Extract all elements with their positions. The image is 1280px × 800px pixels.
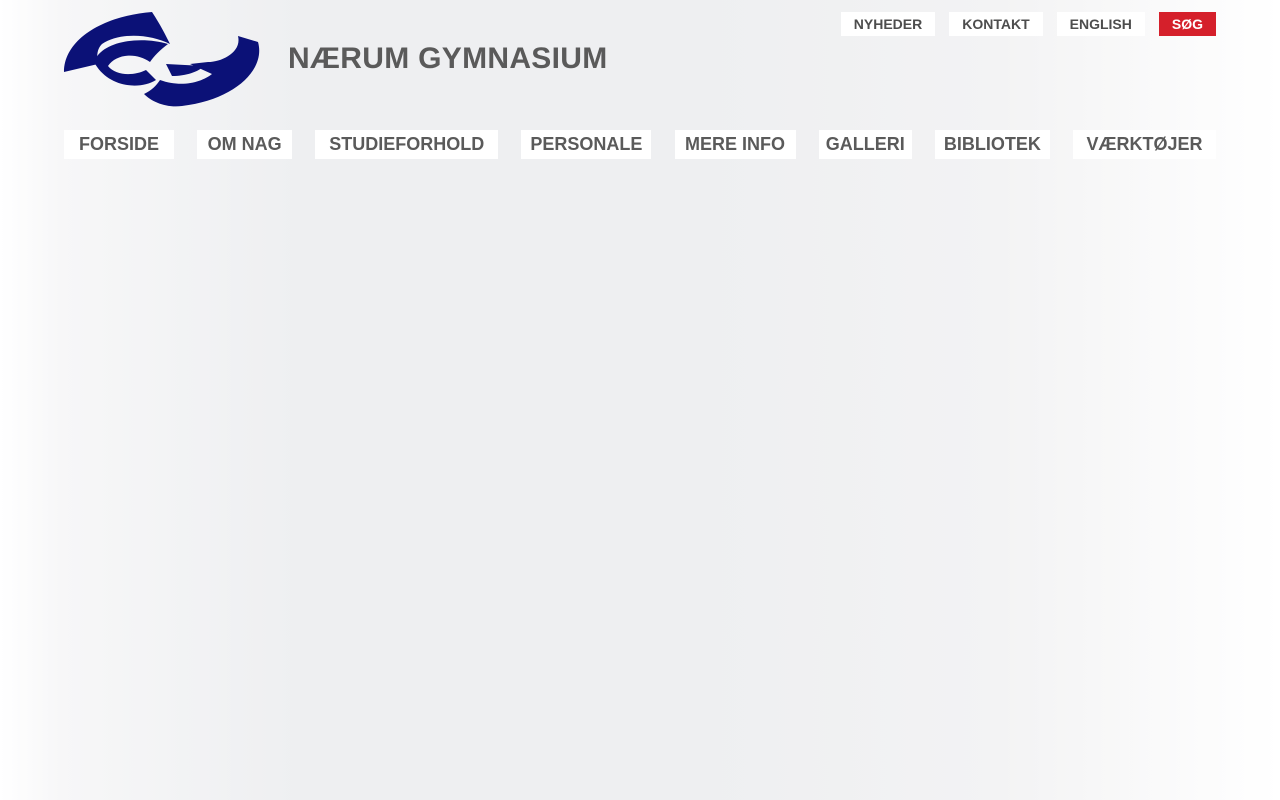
kontakt-link[interactable]: KONTAKT — [949, 12, 1043, 36]
nav-item-forside[interactable]: FORSIDE — [64, 130, 174, 159]
nav-item-personale[interactable]: PERSONALE — [521, 130, 652, 159]
main-nav: FORSIDE OM NAG STUDIEFORHOLD PERSONALE M… — [64, 130, 1216, 159]
nyheder-link[interactable]: NYHEDER — [840, 12, 936, 36]
site-title: NÆRUM GYMNASIUM — [288, 42, 608, 75]
utility-nav: NYHEDER KONTAKT ENGLISH SØG — [840, 12, 1216, 36]
nag-logo-icon[interactable] — [62, 10, 264, 108]
nav-item-mere-info[interactable]: MERE INFO — [674, 130, 796, 159]
search-button[interactable]: SØG — [1158, 12, 1216, 36]
page: NÆRUM GYMNASIUM NYHEDER KONTAKT ENGLISH … — [0, 0, 1280, 800]
english-link[interactable]: ENGLISH — [1056, 12, 1145, 36]
nav-item-om-nag[interactable]: OM NAG — [197, 130, 293, 159]
nav-item-galleri[interactable]: GALLERI — [818, 130, 912, 159]
nav-item-vaerktojer[interactable]: VÆRKTØJER — [1072, 130, 1216, 159]
nav-item-studieforhold[interactable]: STUDIEFORHOLD — [315, 130, 499, 159]
nav-item-bibliotek[interactable]: BIBLIOTEK — [934, 130, 1050, 159]
